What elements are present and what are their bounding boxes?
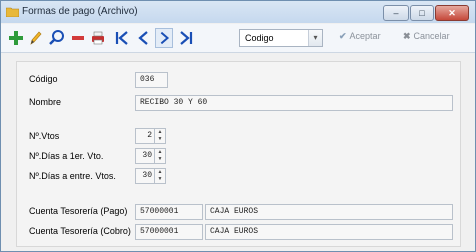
nombre-label: Nombre [29, 97, 62, 107]
next-record-icon[interactable] [155, 28, 173, 48]
search-field-select[interactable]: Codigo ▾ [239, 29, 323, 47]
search-icon[interactable] [48, 28, 66, 48]
codigo-label: Código [29, 74, 58, 84]
cancel-label: Cancelar [413, 31, 450, 41]
accept-button[interactable]: ✔ Aceptar [339, 31, 381, 45]
dias-entre-label: Nº.Días a entre. Vtos. [29, 171, 116, 181]
form-panel: Código 036 Nombre RECIBO 30 Y 60 Nº.Vtos… [16, 61, 461, 247]
tesoreria-pago-label: Cuenta Tesorería (Pago) [29, 206, 128, 216]
title-bar: Formas de pago (Archivo) – □ ✕ [1, 1, 475, 23]
tesoreria-pago-nombre-field: CAJA EUROS [205, 204, 453, 220]
nvtos-spinner[interactable]: ▲ ▼ [155, 128, 166, 144]
add-icon[interactable] [7, 28, 25, 48]
tesoreria-cobro-label: Cuenta Tesorería (Cobro) [29, 226, 131, 236]
checkmark-icon: ✔ [339, 31, 347, 41]
folder-icon [6, 7, 19, 17]
dias-primer-label: Nº.Días a 1er. Vto. [29, 151, 104, 161]
app-window: Formas de pago (Archivo) – □ ✕ Codigo ▾ … [0, 0, 476, 252]
accept-label: Aceptar [349, 31, 381, 41]
previous-record-icon[interactable] [135, 28, 151, 48]
tesoreria-cobro-nombre-field: CAJA EUROS [205, 224, 453, 240]
window-title: Formas de pago (Archivo) [22, 6, 138, 17]
delete-icon[interactable] [70, 28, 86, 48]
first-record-icon[interactable] [113, 28, 131, 48]
dias-primer-spinner[interactable]: ▲ ▼ [155, 148, 166, 164]
nvtos-field[interactable]: 2 [135, 128, 155, 144]
minimize-button[interactable]: – [383, 5, 409, 21]
dias-primer-field[interactable]: 30 [135, 148, 155, 164]
last-record-icon[interactable] [177, 28, 195, 48]
close-button[interactable]: ✕ [435, 5, 469, 21]
tesoreria-cobro-cuenta-field[interactable]: 57000001 [135, 224, 203, 240]
codigo-field[interactable]: 036 [135, 72, 168, 88]
nvtos-label: Nº.Vtos [29, 131, 60, 141]
cancel-x-icon: ✖ [403, 31, 411, 41]
cancel-button[interactable]: ✖ Cancelar [403, 31, 450, 45]
tesoreria-pago-cuenta-field[interactable]: 57000001 [135, 204, 203, 220]
edit-icon[interactable] [28, 28, 44, 48]
dias-entre-field[interactable]: 30 [135, 168, 155, 184]
search-field-value: Codigo [245, 33, 274, 43]
print-icon[interactable] [90, 28, 106, 48]
chevron-down-icon[interactable]: ▾ [308, 30, 322, 46]
dias-entre-spinner[interactable]: ▲ ▼ [155, 168, 166, 184]
toolbar: Codigo ▾ ✔ Aceptar ✖ Cancelar [1, 24, 475, 53]
maximize-button[interactable]: □ [410, 5, 434, 21]
nombre-field[interactable]: RECIBO 30 Y 60 [135, 95, 453, 111]
